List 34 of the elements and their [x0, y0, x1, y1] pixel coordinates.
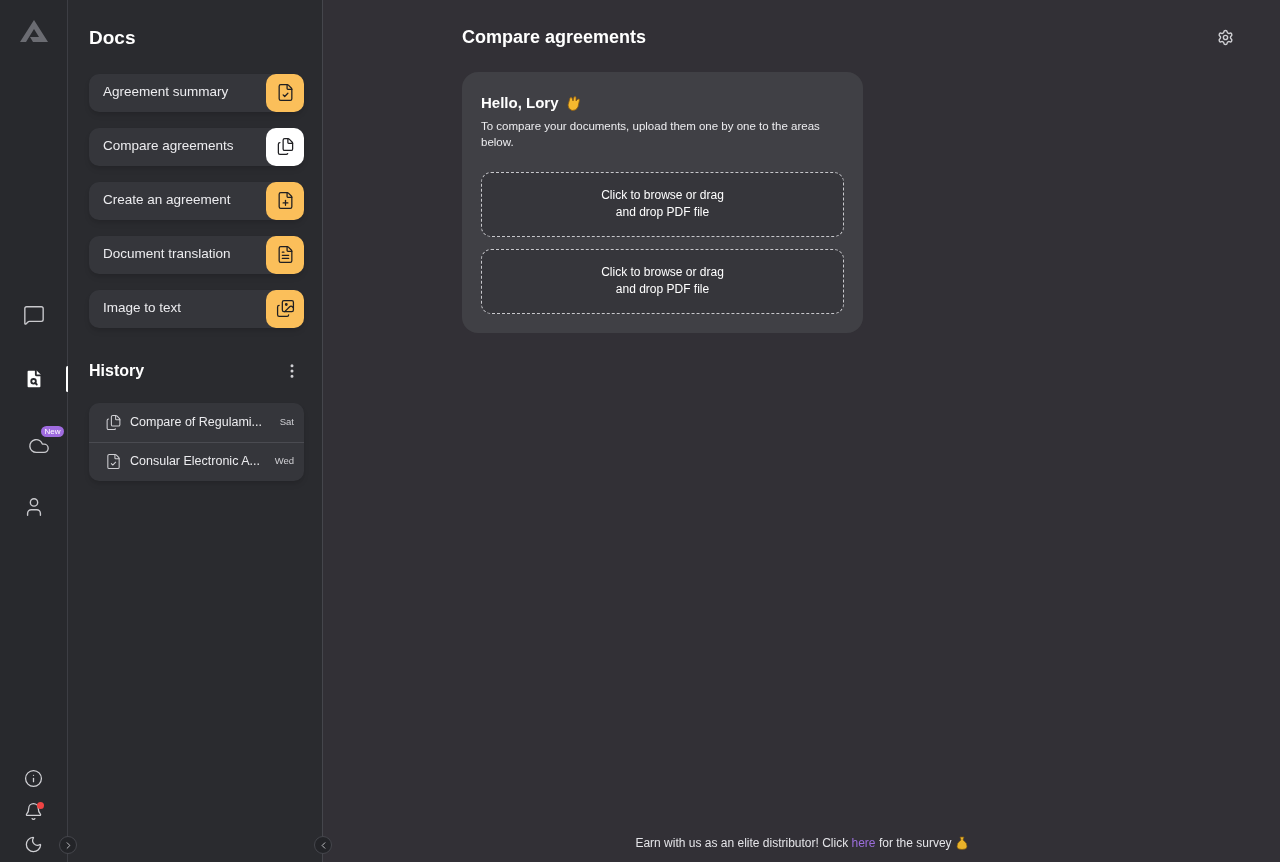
history-title-text: Compare of Regulami... [130, 413, 262, 431]
new-badge: New [41, 425, 64, 437]
files-icon [105, 413, 122, 431]
file-dropzone[interactable]: Click to browse or drag and drop PDF file [481, 171, 844, 237]
bell-button[interactable] [24, 802, 43, 821]
info-button[interactable] [24, 769, 43, 788]
tool-menu-item[interactable]: Document translation [89, 235, 304, 274]
instructions: To compare your documents, upload them one by one to the areas below. [481, 118, 821, 150]
waving-hand-icon [564, 94, 582, 112]
money-bag-icon [955, 836, 968, 850]
sidebar-title: Docs [89, 26, 137, 50]
greeting: Hello, Lory [481, 93, 559, 113]
survey-link[interactable]: here [851, 836, 876, 850]
file-check-icon [105, 453, 122, 470]
history-title: History [89, 360, 145, 381]
chat-icon [22, 304, 45, 326]
footer-text: Earn with us as an elite distributor! Click here for the survey [635, 835, 952, 852]
settings-icon[interactable] [1217, 29, 1234, 46]
moon-button[interactable] [24, 835, 43, 854]
tool-menu-item[interactable]: Agreement summary [89, 73, 304, 112]
history-title-text: Consular Electronic A... [130, 453, 260, 471]
files-icon [275, 137, 295, 156]
tool-menu-item[interactable]: Create an agreement [89, 181, 304, 220]
history-item[interactable]: Consular Electronic A... Wed [89, 441, 304, 481]
history-day: Wed [274, 454, 294, 469]
rail-button[interactable]: New [13, 425, 64, 461]
history-day: Sat [279, 414, 294, 430]
page-title: Compare agreements [462, 26, 647, 49]
tool-menu-item[interactable]: Image to text [89, 289, 304, 328]
logo-icon [19, 20, 48, 42]
images-icon [275, 299, 295, 318]
file-dropzone[interactable]: Click to browse or drag and drop PDF file [481, 248, 844, 314]
tool-menu-item[interactable]: Compare agreements [89, 127, 304, 166]
history-item[interactable]: Compare of Regulami... Sat [89, 402, 304, 442]
